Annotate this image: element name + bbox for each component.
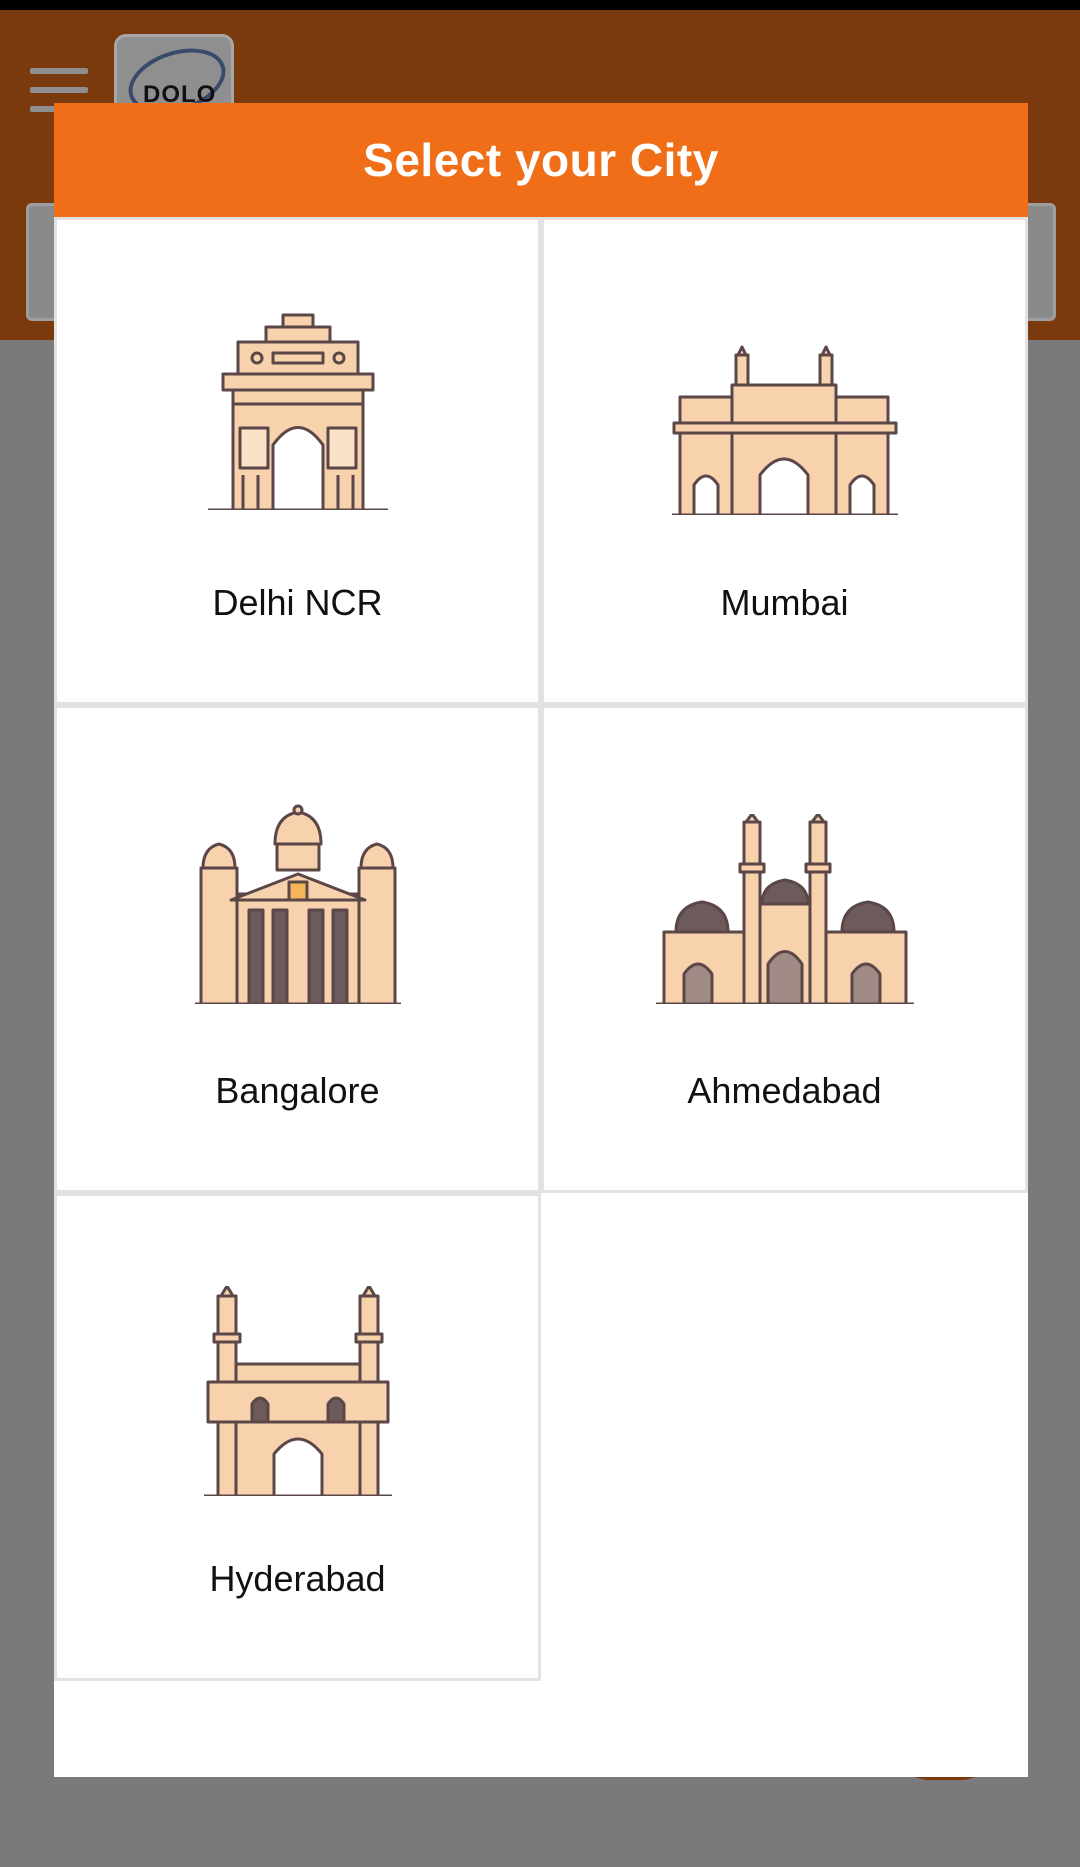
city-option-hyderabad[interactable]: Hyderabad	[54, 1193, 541, 1681]
city-name: Delhi NCR	[212, 582, 383, 623]
city-name: Hyderabad	[209, 1558, 386, 1599]
status-bar	[0, 0, 1080, 10]
city-name: Bangalore	[215, 1070, 380, 1111]
city-name: Mumbai	[720, 582, 849, 623]
charminar-icon	[203, 1286, 392, 1496]
gateway-of-india-icon	[671, 345, 898, 515]
city-name: Ahmedabad	[687, 1070, 882, 1111]
jama-masjid-icon	[655, 814, 914, 1004]
city-option-mumbai[interactable]: Mumbai	[541, 217, 1028, 705]
city-select-dialog: Select your City Delhi NCR Mumbai Bangal…	[54, 103, 1028, 1777]
dialog-header: Select your City	[54, 103, 1028, 217]
dialog-title: Select your City	[363, 134, 719, 186]
vidhana-soudha-icon	[194, 804, 401, 1004]
city-option-ahmedabad[interactable]: Ahmedabad	[541, 705, 1028, 1193]
india-gate-icon	[207, 313, 388, 510]
city-option-bangalore[interactable]: Bangalore	[54, 705, 541, 1193]
city-option-delhi-ncr[interactable]: Delhi NCR	[54, 217, 541, 705]
